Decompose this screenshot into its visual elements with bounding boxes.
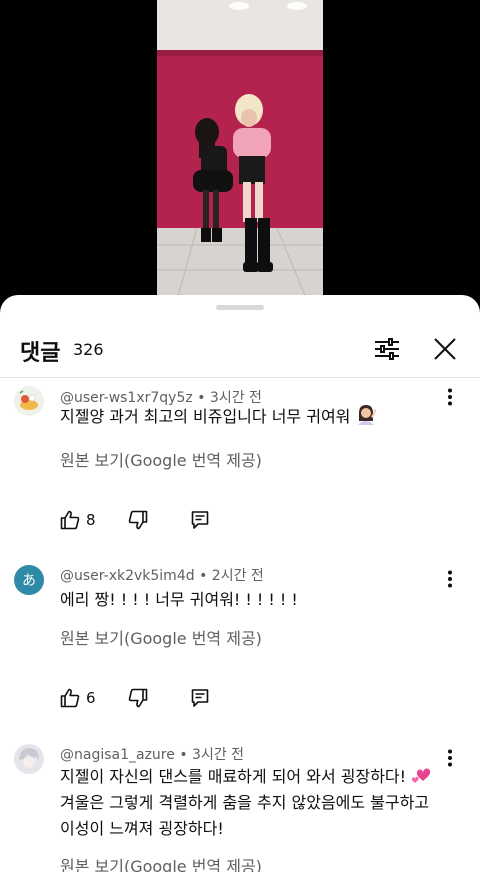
comment-author[interactable]: @user-xk2vk5im4d: [60, 568, 195, 584]
header-divider: [0, 377, 480, 378]
comment-text: 지젤양 과거 최고의 비쥬입니다 너무 귀여워: [60, 403, 440, 430]
comments-title: 댓글: [20, 341, 61, 366]
reply-button[interactable]: [190, 685, 210, 711]
thumbs-down-icon: [128, 688, 148, 708]
comment-meta: @nagisa1_azure • 3시간 전: [60, 747, 245, 763]
comment-more-button[interactable]: [438, 385, 462, 409]
video-frame[interactable]: [157, 0, 323, 300]
woman-raising-hand-emoji: [358, 405, 377, 425]
reply-icon: [191, 511, 209, 529]
avatar-image: [14, 386, 44, 416]
like-count: 6: [86, 689, 96, 707]
reply-button[interactable]: [190, 507, 210, 533]
comments-sheet: 댓글 326 @user-ws1xr7qy5z • 3시간 전 지젤양 과거 최…: [0, 295, 480, 872]
thumbs-up-icon: [60, 688, 80, 708]
comment-meta: @user-xk2vk5im4d • 2시간 전: [60, 568, 264, 584]
two-hearts-emoji: [412, 768, 431, 783]
video-player[interactable]: [0, 0, 480, 300]
comments-count: 326: [73, 340, 104, 359]
avatar[interactable]: [14, 744, 44, 774]
like-button[interactable]: 6: [60, 685, 96, 711]
filter-button[interactable]: [369, 331, 405, 367]
comment-item: @nagisa1_azure • 3시간 전 지젤이 자신의 댄스를 매료하게 …: [0, 740, 480, 872]
close-icon: [434, 338, 456, 360]
comment-time: 3시간 전: [192, 747, 245, 763]
like-count: 8: [86, 511, 96, 529]
reply-icon: [191, 689, 209, 707]
avatar[interactable]: [14, 386, 44, 416]
filter-sliders-icon: [375, 338, 399, 360]
avatar-image: [14, 744, 44, 774]
comment-item: あ @user-xk2vk5im4d • 2시간 전 에리 짱! ! ! ! 너…: [0, 561, 480, 721]
dislike-button[interactable]: [128, 507, 148, 533]
see-original-link[interactable]: 원본 보기(Google 번역 제공): [60, 447, 262, 471]
see-original-link[interactable]: 원본 보기(Google 번역 제공): [60, 853, 262, 872]
like-button[interactable]: 8: [60, 507, 96, 533]
more-vertical-icon: [448, 570, 452, 588]
more-vertical-icon: [448, 749, 452, 767]
more-vertical-icon: [448, 388, 452, 406]
dislike-button[interactable]: [128, 685, 148, 711]
comment-item: @user-ws1xr7qy5z • 3시간 전 지젤양 과거 최고의 비쥬입니…: [0, 383, 480, 543]
avatar-letter: あ: [22, 573, 36, 589]
comment-more-button[interactable]: [438, 746, 462, 770]
comment-more-button[interactable]: [438, 567, 462, 591]
drag-handle[interactable]: [216, 305, 264, 310]
comment-author[interactable]: @nagisa1_azure: [60, 747, 175, 763]
close-button[interactable]: [427, 331, 463, 367]
comment-text: 에리 짱! ! ! ! 너무 귀여워! ! ! ! ! !: [60, 590, 298, 609]
avatar[interactable]: あ: [14, 565, 44, 595]
thumbs-up-icon: [60, 510, 80, 530]
comments-header: 댓글 326: [0, 325, 480, 373]
thumbs-down-icon: [128, 510, 148, 530]
comment-text: 지젤이 자신의 댄스를 매료하게 되어 와서 굉장하다! 겨울은 그렇게 격렬하…: [60, 764, 440, 842]
see-original-link[interactable]: 원본 보기(Google 번역 제공): [60, 625, 262, 649]
comment-time: 2시간 전: [211, 568, 264, 584]
video-still-image: [157, 0, 323, 300]
